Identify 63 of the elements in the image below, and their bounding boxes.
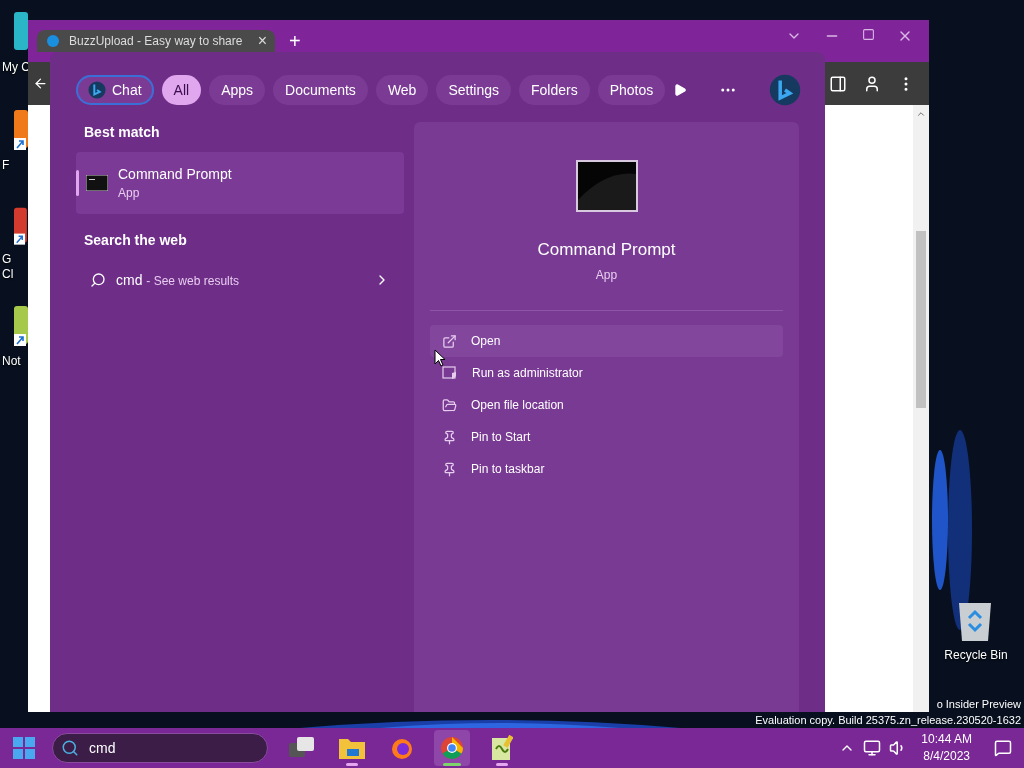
evaluation-notice: Evaluation copy. Build 25375.zn_release.230520-1632 — [755, 713, 1021, 728]
task-view-icon — [289, 737, 315, 759]
search-field[interactable]: cmd — [52, 733, 268, 763]
best-match-result[interactable]: Command Prompt App — [76, 152, 404, 214]
terminal-icon — [86, 175, 108, 191]
taskbar-app[interactable] — [434, 730, 470, 766]
clock[interactable]: 10:44 AM 8/4/2023 — [921, 731, 972, 765]
filter-chip[interactable]: Photos — [597, 75, 666, 105]
terminal-icon — [575, 160, 638, 212]
icon-label: Cl — [1, 267, 14, 282]
action-item[interactable]: Run as administrator — [430, 357, 783, 389]
notepad-icon — [491, 735, 513, 761]
filter-chip[interactable]: Apps — [209, 75, 266, 105]
folder-icon — [442, 397, 457, 413]
chrome-icon — [440, 736, 464, 760]
bing-icon — [769, 74, 802, 106]
filter-chip[interactable]: All — [161, 75, 202, 105]
close-tab-button[interactable]: × — [257, 32, 267, 50]
icon-label: F — [1, 158, 10, 173]
app-type: App — [118, 186, 141, 200]
filter-chip[interactable]: Web — [375, 75, 429, 105]
action-item[interactable]: Open — [430, 325, 783, 357]
bing-icon — [88, 81, 106, 99]
pin-icon — [442, 429, 457, 445]
back-icon[interactable] — [33, 76, 48, 91]
play-icon[interactable] — [673, 83, 688, 97]
filter-chip[interactable]: Documents — [273, 75, 368, 105]
search-icon — [61, 739, 79, 757]
search-icon — [90, 272, 106, 288]
icon-label: Not — [1, 354, 21, 369]
section-heading: Search the web — [83, 231, 188, 250]
network-icon[interactable] — [863, 739, 882, 757]
start-button[interactable] — [10, 734, 38, 762]
app-type: App — [595, 268, 618, 282]
folder-icon — [339, 737, 365, 759]
firefox-icon — [390, 736, 414, 760]
new-tab-button[interactable]: + — [289, 29, 301, 53]
action-item[interactable]: Open file location — [430, 389, 783, 421]
web-search-result[interactable]: cmd - See web results — [116, 272, 240, 288]
pin-icon — [442, 461, 457, 477]
filter-chip[interactable]: Folders — [519, 75, 590, 105]
filter-chip[interactable]: Settings — [436, 75, 511, 105]
cursor-icon — [434, 349, 446, 367]
scrollbar[interactable] — [913, 105, 929, 712]
scroll-up-icon[interactable] — [916, 109, 926, 119]
action-item[interactable]: Pin to taskbar — [430, 453, 783, 485]
scroll-thumb[interactable] — [916, 231, 926, 408]
side-panel-icon[interactable] — [829, 74, 847, 93]
section-heading: Best match — [83, 123, 161, 142]
browser-tab[interactable]: BuzzUpload - Easy way to share × — [37, 30, 275, 52]
evaluation-notice: o Insider Preview — [936, 697, 1021, 712]
app-name: Command Prompt — [537, 240, 676, 260]
notification-icon[interactable] — [994, 739, 1012, 757]
filter-chip[interactable]: Chat — [76, 75, 154, 105]
external-link-icon — [442, 333, 457, 349]
action-item[interactable]: Pin to Start — [430, 421, 783, 453]
tab-title: BuzzUpload - Easy way to share — [69, 34, 244, 48]
icon-label: Recycle Bin — [943, 648, 1008, 663]
profile-icon[interactable] — [863, 74, 881, 93]
maximize-icon[interactable] — [862, 28, 875, 41]
recycle-bin-icon[interactable] — [957, 600, 993, 642]
app-name: Command Prompt — [118, 166, 232, 182]
icon-label: G — [1, 252, 12, 267]
